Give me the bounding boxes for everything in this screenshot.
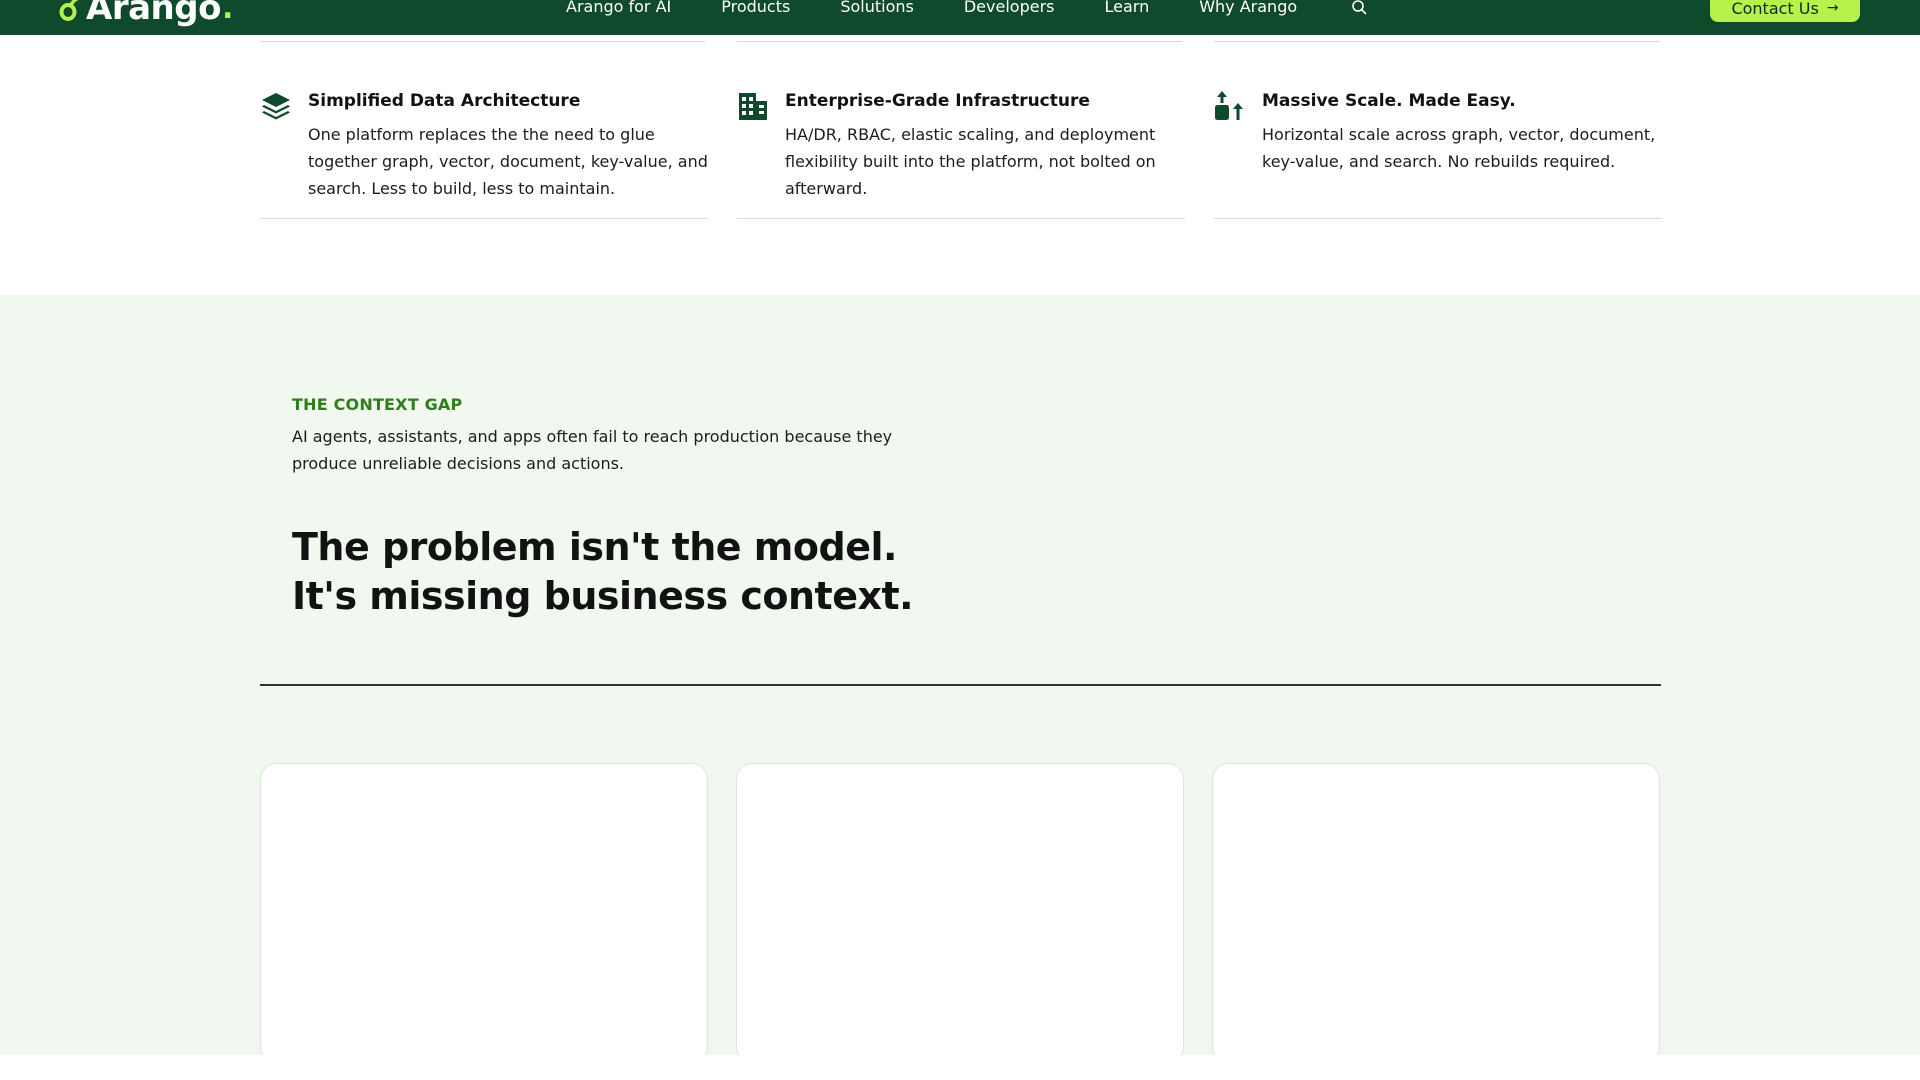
divider: [1214, 41, 1661, 42]
feature-title: Enterprise-Grade Infrastructure: [785, 91, 1090, 111]
feature-title: Massive Scale. Made Easy.: [1262, 91, 1516, 111]
feature-enterprise-grade-infrastructure: Enterprise-Grade Infrastructure HA/DR, R…: [737, 88, 1185, 219]
page-bottom-edge: [0, 1055, 1920, 1080]
arango-logo-icon: [59, 0, 79, 21]
divider: [737, 41, 1182, 42]
search-icon[interactable]: [1351, 0, 1367, 15]
feature-title: Simplified Data Architecture: [308, 91, 581, 111]
logo-dot: .: [221, 0, 233, 26]
context-card: [260, 763, 708, 1063]
nav-link-learn[interactable]: Learn: [1104, 0, 1149, 16]
headline-line-2: It's missing business context.: [292, 574, 914, 618]
building-icon: [739, 93, 767, 120]
layers-icon: [262, 93, 290, 120]
headline-line-1: The problem isn't the model.: [292, 525, 897, 569]
feature-simplified-data-architecture: Simplified Data Architecture One platfor…: [260, 88, 708, 219]
section-headline: The problem isn't the model. It's missin…: [292, 523, 992, 621]
section-intro: AI agents, assistants, and apps often fa…: [292, 427, 893, 473]
section-eyebrow: THE CONTEXT GAP: [292, 395, 463, 414]
nav-link-developers[interactable]: Developers: [964, 0, 1055, 16]
context-gap-section: THE CONTEXT GAP AI agents, assistants, a…: [0, 295, 1920, 1063]
arrow-right-icon: →: [1826, 0, 1839, 16]
context-card: [1212, 763, 1660, 1063]
nav-link-solutions[interactable]: Solutions: [840, 0, 914, 16]
arango-logo[interactable]: Arango .: [58, 0, 233, 28]
section-divider: [260, 684, 1661, 686]
feature-description: Horizontal scale across graph, vector, d…: [1262, 125, 1656, 171]
contact-us-label: Contact Us: [1731, 0, 1819, 18]
nav-link-why-arango[interactable]: Why Arango: [1199, 0, 1297, 16]
scale-up-icon: [1215, 91, 1243, 120]
logo-wordmark: Arango: [86, 0, 221, 28]
feature-description: HA/DR, RBAC, elastic scaling, and deploy…: [785, 125, 1156, 198]
divider: [260, 41, 705, 42]
nav-links: Arango for AI Products Solutions Develop…: [566, 0, 1347, 16]
nav-link-arango-for-ai[interactable]: Arango for AI: [566, 0, 671, 16]
context-card: [736, 763, 1184, 1063]
feature-description: One platform replaces the the need to gl…: [308, 125, 708, 198]
feature-massive-scale: Massive Scale. Made Easy. Horizontal sca…: [1214, 88, 1662, 219]
top-navigation: Arango . Arango for AI Products Solution…: [0, 0, 1920, 35]
nav-link-products[interactable]: Products: [721, 0, 790, 16]
contact-us-button[interactable]: Contact Us →: [1710, 0, 1860, 22]
